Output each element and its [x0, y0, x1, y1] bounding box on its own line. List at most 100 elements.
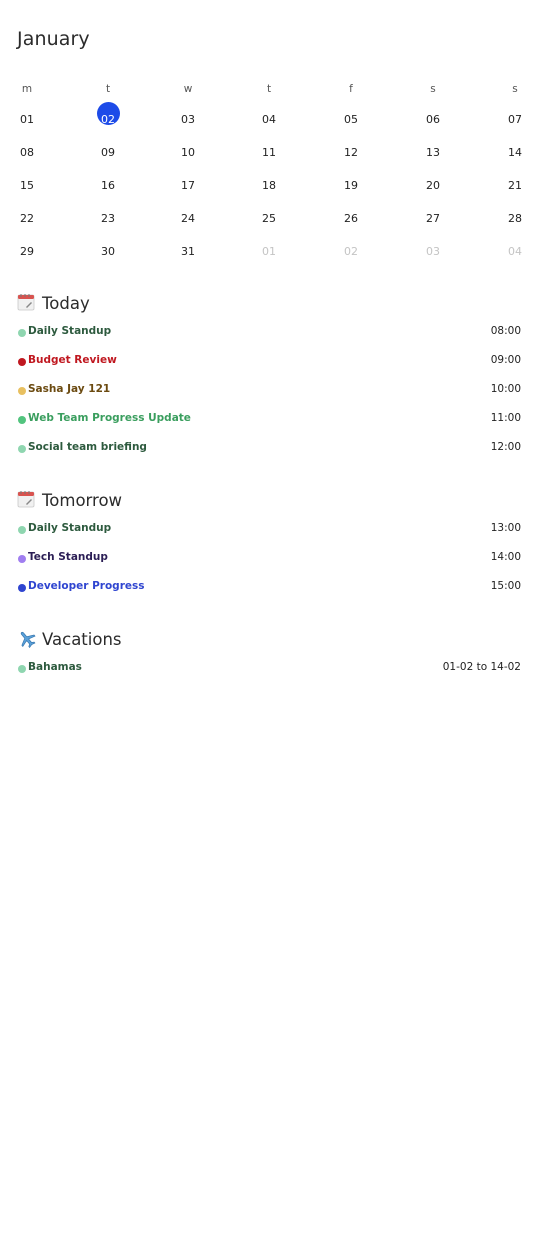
calendar-day-number: 03 — [426, 245, 440, 258]
calendar-day[interactable]: 18 — [249, 179, 289, 192]
event-name: Tech Standup — [28, 551, 108, 563]
event-time: 08:00 — [490, 325, 521, 337]
calendar-day[interactable]: 14 — [495, 146, 535, 159]
event-name: Budget Review — [28, 354, 117, 366]
calendar-week: 01 02 03 04 05 06 07 — [0, 102, 540, 137]
event-row[interactable]: Daily Standup 08:00 — [0, 321, 540, 350]
event-row[interactable]: Web Team Progress Update 11:00 — [0, 408, 540, 437]
event-color-dot — [18, 445, 26, 453]
calendar-day-number: 31 — [181, 245, 195, 258]
event-color-dot — [18, 416, 26, 424]
calendar-day[interactable]: 07 — [495, 113, 535, 126]
event-time: 12:00 — [490, 441, 521, 453]
event-name: Daily Standup — [28, 522, 112, 534]
calendar-day[interactable]: 01 — [7, 113, 47, 126]
calendar-day[interactable]: 16 — [88, 179, 128, 192]
calendar-day-number: 03 — [181, 113, 195, 126]
calendar-day[interactable]: 04 — [495, 245, 535, 258]
calendar-day[interactable]: 31 — [168, 245, 208, 258]
calendar-day[interactable]: 12 — [331, 146, 371, 159]
section-title: Today — [42, 294, 90, 313]
calendar-day-number: 23 — [101, 212, 115, 225]
calendar-day-number: 04 — [262, 113, 276, 126]
section-title: Tomorrow — [42, 491, 123, 510]
calendar-day-number: 09 — [101, 146, 115, 159]
calendar-day-number: 21 — [508, 179, 522, 192]
calendar-day[interactable]: 28 — [495, 212, 535, 225]
calendar-day[interactable]: 20 — [413, 179, 453, 192]
calendar-day-number: 12 — [344, 146, 358, 159]
calendar-day[interactable]: 15 — [7, 179, 47, 192]
calendar-day-number: 07 — [508, 113, 522, 126]
calendar-day[interactable]: 27 — [413, 212, 453, 225]
calendar-day[interactable]: 19 — [331, 179, 371, 192]
calendar-day-number: 18 — [262, 179, 276, 192]
event-section: Today Daily Standup 08:00 Budget Review 09:0… — [0, 291, 540, 466]
calendar-day[interactable]: 11 — [249, 146, 289, 159]
event-row[interactable]: Social team briefing 12:00 — [0, 437, 540, 466]
calendar-day[interactable]: 10 — [168, 146, 208, 159]
calendar-day[interactable]: 26 — [331, 212, 371, 225]
calendar-day[interactable]: 03 — [168, 113, 208, 126]
event-row[interactable]: Budget Review 09:00 — [0, 350, 540, 379]
event-row[interactable]: Daily Standup 13:00 — [0, 518, 540, 547]
calendar-day[interactable]: 29 — [7, 245, 47, 258]
calendar-icon — [17, 293, 35, 311]
event-row[interactable]: Tech Standup 14:00 — [0, 547, 540, 576]
event-color-dot — [18, 555, 26, 563]
calendar-day[interactable]: 01 — [249, 245, 289, 258]
calendar-day[interactable]: 05 — [331, 113, 371, 126]
calendar-day[interactable]: 02 — [331, 245, 371, 258]
event-name: Daily Standup — [28, 325, 112, 337]
weekday-label: t — [105, 83, 111, 95]
event-time: 14:00 — [490, 551, 521, 563]
calendar-icon — [17, 490, 35, 508]
calendar-day-number: 04 — [508, 245, 522, 258]
calendar-day-number: 01 — [262, 245, 276, 258]
month-title: January — [17, 28, 90, 50]
event-row[interactable]: Bahamas 01-02 to 14-02 — [0, 657, 540, 686]
calendar-day[interactable]: 13 — [413, 146, 453, 159]
calendar-day-selected[interactable]: 02 — [88, 102, 128, 126]
calendar-day-number: 17 — [181, 179, 195, 192]
event-row[interactable]: Developer Progress 15:00 — [0, 576, 540, 605]
event-time: 15:00 — [490, 580, 521, 592]
calendar-day-number: 08 — [20, 146, 34, 159]
calendar-day-number: 28 — [508, 212, 522, 225]
event-name: Bahamas — [28, 661, 82, 673]
calendar-day-number: 06 — [426, 113, 440, 126]
calendar-day-number: 30 — [101, 245, 115, 258]
calendar-day-number: 24 — [181, 212, 195, 225]
calendar-day[interactable]: 04 — [249, 113, 289, 126]
calendar-day[interactable]: 03 — [413, 245, 453, 258]
weekday-label: f — [349, 83, 353, 95]
calendar-week: 29 30 31 01 02 03 04 — [0, 236, 540, 269]
event-color-dot — [18, 387, 26, 395]
calendar-day-number: 19 — [344, 179, 358, 192]
event-color-dot — [18, 526, 26, 534]
weekday-label: t — [266, 83, 272, 95]
calendar-day[interactable]: 24 — [168, 212, 208, 225]
calendar-day-number: 11 — [262, 146, 276, 159]
calendar-page: January m t w t f s s 01 02 03 04 05 06 07 08 09 10 11 12 1… — [0, 0, 540, 1260]
event-row[interactable]: Sasha Jay 121 10:00 — [0, 379, 540, 408]
calendar-day[interactable]: 22 — [7, 212, 47, 225]
calendar-day-number: 05 — [344, 113, 358, 126]
calendar-day[interactable]: 23 — [88, 212, 128, 225]
calendar-day-number: 02 — [344, 245, 358, 258]
calendar-day[interactable]: 21 — [495, 179, 535, 192]
calendar-week: 22 23 24 25 26 27 28 — [0, 203, 540, 236]
calendar-day[interactable]: 25 — [249, 212, 289, 225]
calendar-day-number: 27 — [426, 212, 440, 225]
event-name: Sasha Jay 121 — [28, 383, 111, 395]
event-name: Developer Progress — [28, 580, 145, 592]
section-header: Vacations — [0, 627, 540, 657]
section-header: Today — [0, 291, 540, 321]
calendar-day-number: 02 — [101, 113, 115, 126]
calendar-day[interactable]: 30 — [88, 245, 128, 258]
calendar-day[interactable]: 08 — [7, 146, 47, 159]
calendar-day[interactable]: 09 — [88, 146, 128, 159]
calendar-day[interactable]: 17 — [168, 179, 208, 192]
calendar-day[interactable]: 06 — [413, 113, 453, 126]
weekday-label: s — [430, 83, 436, 95]
